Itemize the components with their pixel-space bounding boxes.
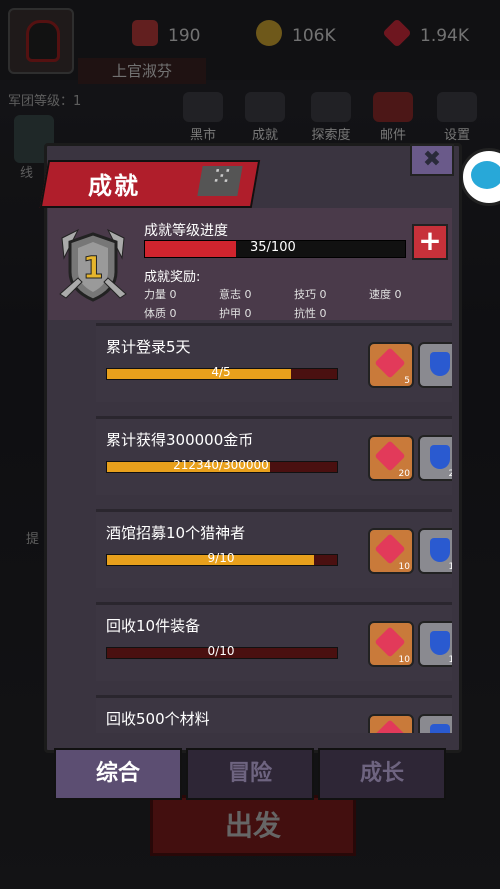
shield-reward-icon[interactable]: 5 xyxy=(418,342,452,388)
achievement-row: 酒馆招募10个猎神者 9/10 10 10 xyxy=(96,509,452,588)
achievement-name: 回收500个材料 xyxy=(106,710,210,728)
reward-count: 20 xyxy=(398,469,410,479)
tab-general[interactable]: 综合 xyxy=(54,748,182,800)
achievement-progress-text: 9/10 xyxy=(207,551,235,565)
shield-reward-icon[interactable] xyxy=(418,714,452,733)
achievement-name: 回收10件装备 xyxy=(106,617,201,635)
gem-reward-icon[interactable]: 10 xyxy=(368,621,414,667)
achievement-row: 回收500个材料 xyxy=(96,695,452,733)
gem-reward-icon[interactable]: 10 xyxy=(368,528,414,574)
shield-reward-icon[interactable]: 10 xyxy=(418,528,452,574)
gem-reward-icon[interactable]: 20 xyxy=(368,435,414,481)
reward-count: 20 xyxy=(448,469,452,479)
achievement-name: 酒馆招募10个猎神者 xyxy=(106,524,246,542)
tab-adventure[interactable]: 冒险 xyxy=(186,748,314,800)
dice-icon xyxy=(197,166,243,196)
shield-reward-icon[interactable]: 20 xyxy=(418,435,452,481)
achievement-progress-text: 0/10 xyxy=(207,644,235,658)
achievement-row: 累计获得300000金币 212340/300000 20 20 xyxy=(96,416,452,495)
shield-reward-icon[interactable]: 10 xyxy=(418,621,452,667)
achievement-progress-text: 4/5 xyxy=(211,365,231,379)
panel-title: 成就 xyxy=(88,172,140,200)
tab-growth[interactable]: 成长 xyxy=(318,748,446,800)
achievement-name: 累计登录5天 xyxy=(106,338,191,356)
gem-reward-icon[interactable]: 5 xyxy=(368,342,414,388)
reward-count: 5 xyxy=(404,376,410,386)
category-tabs: 综合 冒险 成长 xyxy=(54,748,446,800)
gem-reward-icon[interactable] xyxy=(368,714,414,733)
achievement-row: 回收10件装备 0/10 10 10 xyxy=(96,602,452,681)
achievement-name: 累计获得300000金币 xyxy=(106,431,254,449)
reward-count: 10 xyxy=(398,562,410,572)
achievement-progress-text: 212340/300000 xyxy=(173,458,269,472)
reward-count: 10 xyxy=(448,655,452,665)
achievement-list[interactable]: 累计登录5天 4/5 5 5 累计获得300000金币 212340/30000… xyxy=(48,205,452,733)
reward-count: 10 xyxy=(448,562,452,572)
reward-count: 10 xyxy=(398,655,410,665)
close-button[interactable]: ✖ xyxy=(410,144,454,176)
achievement-row: 累计登录5天 4/5 5 5 xyxy=(96,323,452,402)
